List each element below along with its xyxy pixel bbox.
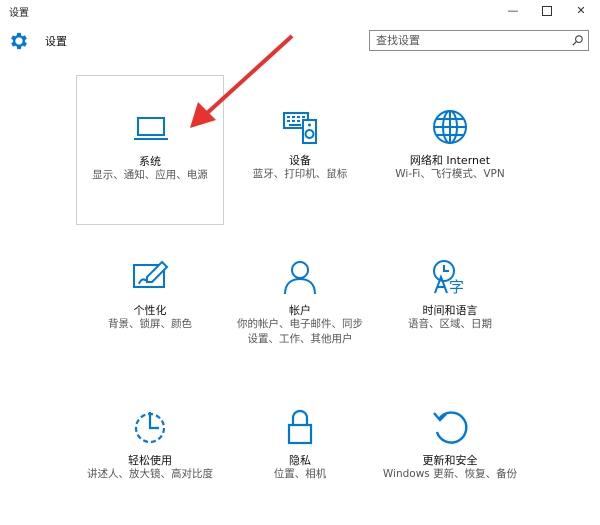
tile-time-language-label: 时间和语言	[422, 304, 478, 317]
tile-devices-label: 设备	[289, 154, 311, 167]
svg-text:字: 字	[449, 278, 464, 296]
tile-system-label: 系统	[139, 155, 161, 168]
tile-ease-of-access[interactable]: 轻松使用 讲述人、放大镜、高对比度	[76, 375, 224, 525]
time-language-icon: 字	[433, 260, 464, 296]
personalization-icon	[133, 260, 169, 288]
ease-of-access-icon	[134, 412, 166, 444]
lock-icon	[287, 409, 313, 445]
maximize-button[interactable]	[532, 0, 562, 22]
tile-system-desc: 显示、通知、应用、电源	[92, 169, 208, 181]
tile-time-language-desc: 语音、区域、日期	[408, 318, 492, 330]
tile-update-security[interactable]: 更新和安全 Windows 更新、恢复、备份	[376, 375, 524, 525]
tile-network-label: 网络和 Internet	[409, 154, 491, 167]
annotation-arrow	[190, 34, 294, 128]
globe-icon	[433, 110, 467, 144]
tile-accounts-desc: 你的帐户、电子邮件、同步设置、工作、其他用户	[237, 318, 363, 345]
header: 设置	[0, 22, 600, 62]
search-icon[interactable]	[571, 34, 584, 47]
tile-update-security-desc: Windows 更新、恢复、备份	[382, 468, 518, 480]
search-input[interactable]	[376, 33, 556, 48]
tile-network[interactable]: 网络和 Internet Wi-Fi、飞行模式、VPN	[376, 75, 524, 225]
page-title: 设置	[45, 35, 67, 48]
tile-personalization[interactable]: 个性化 背景、锁屏、颜色	[76, 225, 224, 375]
tile-time-language[interactable]: 字 时间和语言 语音、区域、日期	[376, 225, 524, 375]
minimize-button[interactable]: —	[498, 0, 528, 22]
tile-devices-desc: 蓝牙、打印机、鼠标	[252, 168, 348, 180]
tile-personalization-desc: 背景、锁屏、颜色	[108, 318, 192, 330]
tile-ease-of-access-label: 轻松使用	[128, 454, 172, 467]
maximize-icon	[542, 6, 552, 16]
update-icon	[433, 411, 468, 444]
tile-network-desc: Wi-Fi、飞行模式、VPN	[395, 168, 505, 180]
tile-privacy[interactable]: 隐私 位置、相机	[226, 375, 374, 525]
tile-privacy-desc: 位置、相机	[273, 468, 327, 480]
tile-accounts[interactable]: 帐户 你的帐户、电子邮件、同步设置、工作、其他用户	[226, 225, 374, 375]
window-title: 设置	[9, 8, 29, 19]
close-button[interactable]: ✕	[566, 0, 596, 22]
tile-accounts-label: 帐户	[289, 304, 311, 317]
tile-privacy-label: 隐私	[289, 454, 311, 467]
title-bar: 设置 — ✕	[0, 0, 600, 22]
person-icon	[284, 261, 316, 295]
tile-update-security-label: 更新和安全	[422, 454, 478, 467]
search-box[interactable]	[369, 30, 589, 51]
tile-personalization-label: 个性化	[133, 304, 167, 317]
tile-ease-of-access-desc: 讲述人、放大镜、高对比度	[87, 468, 213, 480]
gear-icon	[11, 32, 27, 50]
laptop-icon	[134, 117, 168, 140]
